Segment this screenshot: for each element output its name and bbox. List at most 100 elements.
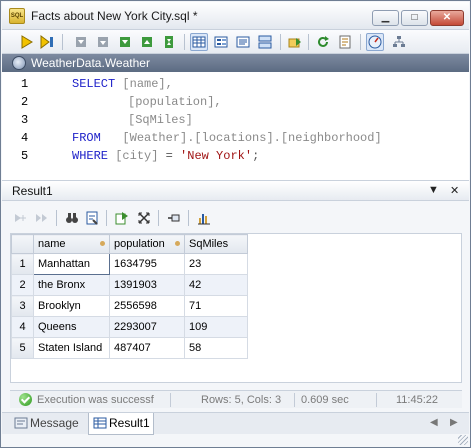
close-window-button[interactable]: ✕ [430,10,464,26]
minimize-button[interactable]: ▁ [372,10,399,26]
string-literal: 'New York' [180,149,253,163]
find-button[interactable] [64,210,80,226]
tab-scroll-left-icon[interactable]: ◀ [430,417,438,428]
title-bar[interactable]: SQL Facts about New York City.sql * ▁ □ … [2,2,469,30]
split-icon [258,35,272,49]
cell-sqmiles[interactable]: 71 [184,295,248,317]
close-icon: ✕ [442,12,452,23]
cell-population[interactable]: 2293007 [109,316,185,338]
connection-bar[interactable]: WeatherData.Weather [2,54,469,72]
success-check-icon [19,393,32,406]
resize-grip-icon[interactable] [458,435,468,445]
execute-step-button[interactable] [38,33,56,51]
grid-icon [93,417,107,429]
cell-sqmiles[interactable]: 58 [184,337,248,359]
collapse-button[interactable] [138,33,156,51]
properties-button[interactable] [336,33,354,51]
stop-button[interactable] [72,33,90,51]
row-number[interactable]: 2 [11,274,34,296]
execute-button[interactable] [18,33,36,51]
row-number[interactable]: 4 [11,316,34,338]
line-number: 2 [21,95,29,109]
result-panel-title: Result1 [12,184,53,198]
tab-message[interactable]: Message [10,413,86,435]
table-row[interactable]: 4 Queens 2293007 109 [11,316,248,338]
cell-sqmiles[interactable]: 23 [184,253,248,275]
filter-button[interactable] [84,210,100,226]
folder-arrow-icon [288,38,301,48]
table-row[interactable]: 5 Staten Island 487407 58 [11,337,248,359]
result-grid[interactable]: name population SqMiles 1 Manhattan 1634… [10,233,462,383]
result-toolbar [2,201,469,233]
form-view-button[interactable] [212,33,230,51]
fast-forward-button[interactable] [34,210,50,226]
editor-line: 5 WHERE [city] = 'New York'; [2,149,469,167]
sort-indicator-icon [100,241,105,246]
pin-icon [168,214,180,222]
cell-name[interactable]: Staten Island [33,337,110,359]
column-header-sqmiles[interactable]: SqMiles [184,234,248,254]
maximize-button[interactable]: □ [401,10,428,26]
expand-all-icon [165,36,173,48]
code-text: SELECT [name], [72,77,173,91]
maximize-results-button[interactable] [136,210,152,226]
code-text: WHERE [city] = 'New York'; [72,149,259,163]
column-sqmiles: [SqMiles] [128,113,193,127]
text-icon [236,36,250,48]
filter-doc-icon [86,211,98,225]
cell-population[interactable]: 1391903 [109,274,185,296]
cell-population[interactable]: 487407 [109,337,185,359]
export-results-button[interactable] [114,210,130,226]
expand-all-button[interactable] [160,33,178,51]
sql-editor[interactable]: 1 SELECT [name], 2 [population], 3 [SqMi… [2,72,469,181]
column-header-name[interactable]: name [33,234,110,254]
window-title: Facts about New York City.sql * [31,9,198,23]
export-button[interactable] [286,33,304,51]
editor-line: 1 SELECT [name], [2,77,469,95]
tab-result1[interactable]: Result1 [88,413,154,435]
editor-line: 3 [SqMiles] [2,113,469,131]
cell-sqmiles[interactable]: 42 [184,274,248,296]
auto-execute-button[interactable] [366,33,384,51]
table-row[interactable]: 3 Brooklyn 2556598 71 [11,295,248,317]
pin-button[interactable] [166,210,182,226]
explain-plan-button[interactable] [390,33,408,51]
cell-name[interactable]: Brooklyn [33,295,110,317]
add-row-button[interactable] [12,210,28,226]
grid-view-button[interactable] [190,33,208,51]
column-header-population[interactable]: population [109,234,185,254]
cell-name[interactable]: Queens [33,316,110,338]
split-view-button[interactable] [256,33,274,51]
chart-button[interactable] [196,210,212,226]
table-reference: [Weather].[locations].[neighborhood] [122,131,382,145]
cell-population[interactable]: 2556598 [109,295,185,317]
cell-population[interactable]: 1634795 [109,253,185,275]
text-view-button[interactable] [234,33,252,51]
panel-close-button[interactable]: ✕ [450,184,459,197]
refresh-button[interactable] [314,33,332,51]
row-number[interactable]: 3 [11,295,34,317]
status-message: Execution was successf [37,394,154,406]
arrow-down-icon [98,37,108,47]
line-number: 3 [21,113,29,127]
table-row[interactable]: 2 the Bronx 1391903 42 [11,274,248,296]
result-table: name population SqMiles 1 Manhattan 1634… [11,234,248,359]
connection-label: WeatherData.Weather [31,56,150,70]
corner-cell[interactable] [11,234,34,254]
document-icon [339,35,351,49]
table-row[interactable]: 1 Manhattan 1634795 23 [11,253,248,275]
panel-menu-button[interactable]: ▼ [428,184,439,196]
status-bar: Execution was successf Rows: 5, Cols: 3 … [10,390,462,408]
code-text: [SqMiles] [128,113,193,127]
cell-name[interactable]: the Bronx [33,274,110,296]
tab-label: Result1 [109,416,150,430]
query-window: SQL Facts about New York City.sql * ▁ □ … [0,0,471,448]
bottom-tab-bar: Message Result1 ◀ ▶ [2,412,469,435]
move-down-button[interactable] [94,33,112,51]
tab-scroll-right-icon[interactable]: ▶ [450,417,458,428]
cell-name[interactable]: Manhattan [33,253,110,275]
row-number[interactable]: 1 [11,253,34,275]
cell-sqmiles[interactable]: 109 [184,316,248,338]
row-number[interactable]: 5 [11,337,34,359]
expand-button[interactable] [116,33,134,51]
